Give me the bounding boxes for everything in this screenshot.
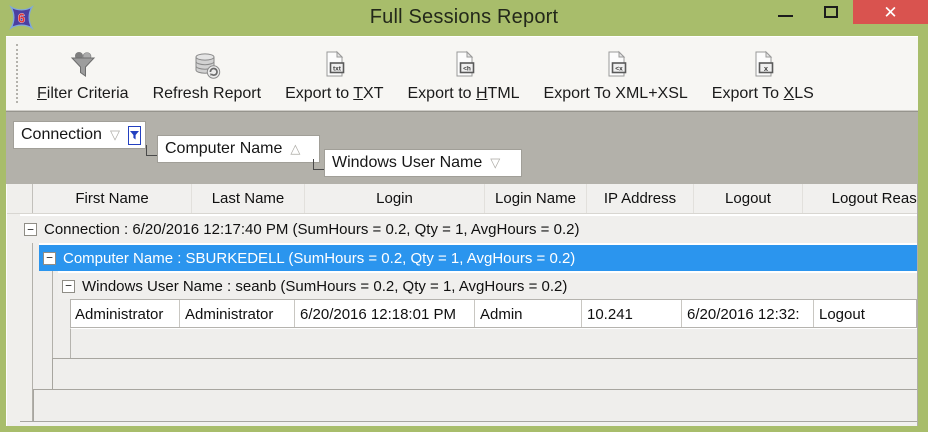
toolbar-grip[interactable] xyxy=(16,44,21,103)
empty-grid-row xyxy=(70,328,917,358)
close-icon: ✕ xyxy=(883,4,897,21)
refresh-report-label: Refresh Report xyxy=(153,85,262,103)
export-html-button[interactable]: <h Export to HTML xyxy=(396,37,532,110)
grid-bottom-strip xyxy=(20,421,917,426)
maximize-icon xyxy=(824,6,838,18)
group-row-connection[interactable]: − Connection : 6/20/2016 12:17:40 PM (Su… xyxy=(20,214,917,243)
group-row-computer-name-text: Computer Name : SBURKEDELL (SumHours = 0… xyxy=(63,250,575,267)
export-xls-button[interactable]: x Export To XLS xyxy=(700,37,826,110)
row-indicator-column xyxy=(7,214,33,422)
export-xls-label: Export To XLS xyxy=(712,85,814,103)
cell-ip-address[interactable]: 10.241 xyxy=(582,300,682,328)
refresh-database-icon xyxy=(191,48,222,82)
sort-desc-icon: ▽ xyxy=(490,155,500,171)
funnel-icon xyxy=(129,130,140,141)
filter-icon xyxy=(68,48,98,82)
minimize-icon xyxy=(778,15,793,17)
group-connector xyxy=(313,159,324,170)
svg-text:<h: <h xyxy=(463,66,471,73)
cell-login-name[interactable]: Admin xyxy=(475,300,582,328)
group-box-computer-name-label: Computer Name xyxy=(165,140,282,158)
cell-login[interactable]: 6/20/2016 12:18:01 PM xyxy=(295,300,475,328)
minimize-button[interactable] xyxy=(763,0,808,24)
cell-first-name[interactable]: Administrator xyxy=(70,300,180,328)
filter-criteria-button[interactable]: Filter Criteria xyxy=(25,37,141,110)
sort-asc-icon: △ xyxy=(290,141,300,157)
svg-text:<x: <x xyxy=(615,66,623,73)
group-box-connection[interactable]: Connection ▽ xyxy=(13,121,146,149)
column-header-login-name[interactable]: Login Name xyxy=(485,184,587,213)
cell-last-name[interactable]: Administrator xyxy=(180,300,295,328)
collapse-toggle[interactable]: − xyxy=(62,280,75,293)
cell-logout-reason[interactable]: Logout xyxy=(814,300,918,328)
grid-header-row: First Name Last Name Login Login Name IP… xyxy=(7,184,917,214)
group-row-computer-name-selected[interactable]: − Computer Name : SBURKEDELL (SumHours =… xyxy=(39,243,917,271)
sort-desc-icon: ▽ xyxy=(110,127,120,143)
group-box-computer-name[interactable]: Computer Name △ xyxy=(157,135,320,163)
column-header-login[interactable]: Login xyxy=(305,184,485,213)
column-header-ip-address[interactable]: IP Address xyxy=(587,184,694,213)
group-connector xyxy=(146,145,157,156)
export-html-label: Export to HTML xyxy=(408,85,520,103)
column-header-first-name[interactable]: First Name xyxy=(33,184,192,213)
full-sessions-report-window: 6 Full Sessions Report ✕ xyxy=(0,0,928,432)
group-row-connection-text: Connection : 6/20/2016 12:17:40 PM (SumH… xyxy=(44,221,579,238)
group-row-windows-user-name[interactable]: − Windows User Name : seanb (SumHours = … xyxy=(58,271,917,299)
toolbar: Filter Criteria Refresh Report xyxy=(6,36,918,111)
export-xml-xsl-button[interactable]: <x Export To XML+XSL xyxy=(532,37,700,110)
export-html-icon: <h xyxy=(449,48,479,82)
column-header-last-name[interactable]: Last Name xyxy=(192,184,305,213)
collapse-toggle[interactable]: − xyxy=(24,223,37,236)
group-footer-level-1 xyxy=(33,389,917,421)
row-indicator-header xyxy=(7,184,33,213)
close-button[interactable]: ✕ xyxy=(853,0,928,24)
group-box-windows-user-name[interactable]: Windows User Name ▽ xyxy=(324,149,522,177)
group-footer-level-2 xyxy=(52,358,917,389)
titlebar: 6 Full Sessions Report ✕ xyxy=(0,0,928,36)
sessions-grid: First Name Last Name Login Login Name IP… xyxy=(6,184,918,426)
indent-guide-line xyxy=(52,271,53,358)
column-header-logout[interactable]: Logout xyxy=(694,184,803,213)
group-box-windows-user-name-label: Windows User Name xyxy=(332,154,482,172)
export-xml-icon: <x xyxy=(601,48,631,82)
group-box-connection-label: Connection xyxy=(21,126,102,144)
export-xml-xsl-label: Export To XML+XSL xyxy=(544,85,688,103)
filter-criteria-label: Filter Criteria xyxy=(37,85,129,103)
export-xls-icon: x xyxy=(748,48,778,82)
maximize-button[interactable] xyxy=(808,0,853,24)
table-row[interactable]: Administrator Administrator 6/20/2016 12… xyxy=(70,299,917,328)
cell-logout[interactable]: 6/20/2016 12:32: xyxy=(682,300,814,328)
group-by-panel: Connection ▽ Computer Name △ Windows Use… xyxy=(6,111,918,184)
connection-filter-button[interactable] xyxy=(128,126,141,145)
refresh-report-button[interactable]: Refresh Report xyxy=(141,37,274,110)
svg-text:txt: txt xyxy=(333,66,342,73)
export-txt-icon: txt xyxy=(319,48,349,82)
group-row-windows-user-name-text: Windows User Name : seanb (SumHours = 0.… xyxy=(82,278,567,295)
column-header-logout-reason[interactable]: Logout Reason xyxy=(803,184,918,213)
export-txt-button[interactable]: txt Export to TXT xyxy=(273,37,395,110)
collapse-toggle[interactable]: − xyxy=(43,252,56,265)
export-txt-label: Export to TXT xyxy=(285,85,383,103)
